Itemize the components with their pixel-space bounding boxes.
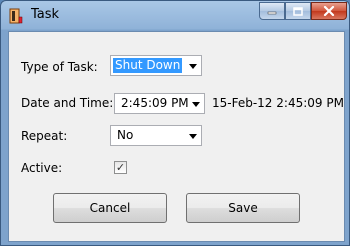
active-checkbox[interactable]: ✓: [114, 161, 127, 174]
type-of-task-value: Shut Down: [113, 58, 183, 73]
repeat-value: No: [117, 128, 134, 142]
maximize-icon: [293, 6, 303, 16]
repeat-select[interactable]: No: [110, 125, 202, 146]
window-title: Task: [31, 7, 60, 22]
title-bar[interactable]: Task: [1, 1, 349, 31]
chevron-down-icon[interactable]: [189, 134, 197, 139]
time-picker-value: 2:45:09 PM: [121, 96, 189, 110]
date-and-time-label: Date and Time:: [21, 96, 114, 110]
minimize-button[interactable]: [259, 2, 285, 20]
chevron-down-icon[interactable]: [189, 64, 197, 69]
close-icon: [323, 6, 335, 16]
form-area: Type of Task: Shut Down Date and Time: 2…: [8, 31, 345, 242]
type-of-task-label: Type of Task:: [21, 60, 98, 74]
time-picker[interactable]: 2:45:09 PM: [114, 93, 205, 114]
chevron-down-icon[interactable]: [192, 102, 200, 107]
active-label: Active:: [21, 161, 63, 175]
maximize-button[interactable]: [285, 2, 311, 20]
type-of-task-select[interactable]: Shut Down: [110, 55, 202, 76]
minimize-icon: [267, 11, 277, 15]
cancel-button[interactable]: Cancel: [53, 193, 167, 223]
task-window: Task Type of Task: Shut Down Date and Ti…: [0, 0, 350, 246]
repeat-label: Repeat:: [21, 129, 68, 143]
save-button[interactable]: Save: [186, 193, 300, 223]
checkmark-icon: ✓: [115, 161, 126, 174]
close-button[interactable]: [311, 2, 347, 20]
datetime-display: 15-Feb-12 2:45:09 PM: [212, 96, 344, 110]
task-app-icon: [9, 8, 23, 24]
